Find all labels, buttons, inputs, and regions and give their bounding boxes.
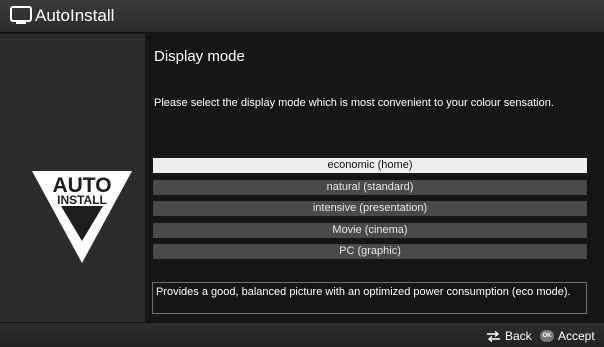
display-mode-list: economic (home) natural (standard) inten… xyxy=(153,158,587,266)
back-button[interactable]: Back xyxy=(505,329,532,343)
instruction-text: Please select the display mode which is … xyxy=(154,97,554,109)
main-content: Display mode Please select the display m… xyxy=(145,34,604,322)
left-panel: AUTO INSTALL xyxy=(0,34,145,322)
window-title: AutoInstall xyxy=(35,6,115,25)
option-economic[interactable]: economic (home) xyxy=(153,158,587,173)
option-movie[interactable]: Movie (cinema) xyxy=(153,222,587,238)
ok-icon: OK xyxy=(540,330,554,342)
tv-icon xyxy=(10,6,32,24)
option-description: Provides a good, balanced picture with a… xyxy=(152,282,587,314)
option-natural[interactable]: natural (standard) xyxy=(153,179,587,195)
option-intensive[interactable]: intensive (presentation) xyxy=(153,201,587,216)
title-bar: AutoInstall xyxy=(0,0,604,33)
option-pc[interactable]: PC (graphic) xyxy=(153,244,587,259)
accept-button[interactable]: Accept xyxy=(558,329,595,343)
footer-bar: Back OK Accept xyxy=(0,322,604,347)
auto-install-logo-icon: AUTO INSTALL xyxy=(32,171,132,263)
page-title: Display mode xyxy=(154,48,245,65)
autoinstall-screen: AutoInstall AUTO INSTALL Display mode Pl… xyxy=(0,0,604,347)
logo-line2: INSTALL xyxy=(57,193,107,207)
swap-arrows-icon xyxy=(487,331,500,342)
